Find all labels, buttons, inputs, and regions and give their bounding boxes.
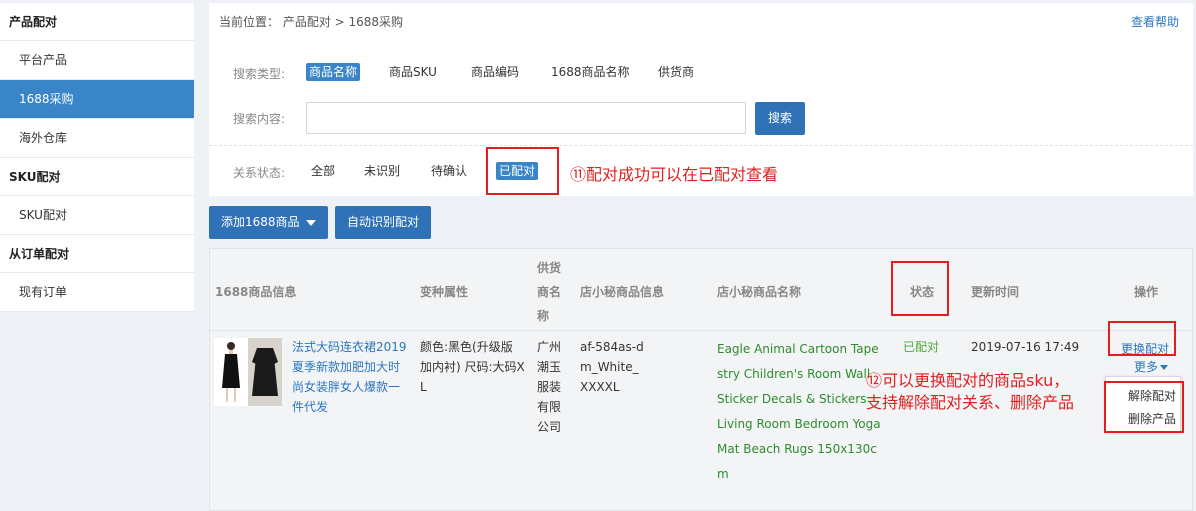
cell-1688-title[interactable]: 法式大码连衣裙2019 夏季新款加肥加大时 尚女装胖女人爆款一 件代发 <box>292 337 407 417</box>
cell-1688-title-line: 尚女装胖女人爆款一 <box>292 380 401 394</box>
sidebar-group-order-pairing: 从订单配对 <box>0 235 194 273</box>
status-unrecognized[interactable]: 未识别 <box>361 162 403 180</box>
sidebar-item-overseas-warehouse[interactable]: 海外仓库 <box>0 119 194 158</box>
more-menu-toggle[interactable]: 更多 <box>1134 357 1169 377</box>
cell-xm-sku: af-584as-d m_White_ XXXXL <box>580 337 644 397</box>
add-1688-product-button[interactable]: 添加1688商品 <box>209 206 328 239</box>
cell-xm-name-line: m <box>717 467 729 481</box>
cell-supplier-line: 潮玉 <box>537 360 562 374</box>
product-thumbnail <box>214 338 282 406</box>
search-type-supplier[interactable]: 供货商 <box>655 63 697 81</box>
th-1688-info: 1688商品信息 <box>215 285 297 299</box>
cell-supplier-line: 广州 <box>537 340 562 354</box>
sidebar-item-platform-products[interactable]: 平台产品 <box>0 41 194 80</box>
annotation-note-12-line2: 支持解除配对关系、删除产品 <box>866 393 1075 412</box>
caret-down-icon <box>1160 365 1169 370</box>
cell-variant: 颜色:黑色(升级版 加内衬) 尺码:大码X L <box>420 337 525 397</box>
cell-variant-line: 加内衬) 尺码:大码X <box>420 360 525 374</box>
sidebar-group-sku-pairing: SKU配对 <box>0 158 194 196</box>
sidebar-item-1688-purchase[interactable]: 1688采购 <box>0 80 194 119</box>
search-type-product-sku[interactable]: 商品SKU <box>386 63 440 81</box>
help-link[interactable]: 查看帮助 <box>1131 13 1179 30</box>
cell-xm-sku-line: m_White_ <box>580 360 639 374</box>
auto-match-button[interactable]: 自动识别配对 <box>335 206 432 239</box>
add-1688-product-label: 添加1688商品 <box>221 215 300 229</box>
status-filter-label: 关系状态: <box>233 166 286 180</box>
search-type-1688-name[interactable]: 1688商品名称 <box>548 63 633 81</box>
chevron-down-icon <box>305 219 316 226</box>
cell-1688-title-line: 法式大码连衣裙2019 <box>292 340 407 354</box>
th-ops: 操作 <box>1134 285 1159 299</box>
th-supplier-2: 商名 <box>537 285 562 299</box>
annotation-note-12-line1: ⑫可以更换配对的商品sku， <box>866 371 1070 390</box>
annotation-box-more-menu <box>1104 381 1184 433</box>
th-xm-info: 店小秘商品信息 <box>580 285 665 299</box>
status-badge: 已配对 <box>903 340 940 354</box>
cell-1688-title-line: 夏季新款加肥加大时 <box>292 360 401 374</box>
cell-updated-time: 2019-07-16 17:49 <box>971 340 1080 354</box>
dress-thumbnail-back <box>248 338 282 406</box>
panel-divider <box>209 145 1193 146</box>
th-variant: 变种属性 <box>420 285 469 299</box>
th-supplier-1: 供货 <box>537 261 562 275</box>
cell-xm-name-line: Living Room Bedroom Yoga <box>717 417 881 431</box>
search-type-product-code[interactable]: 商品编码 <box>468 63 522 81</box>
th-updated: 更新时间 <box>971 285 1020 299</box>
search-content-label: 搜索内容: <box>233 112 286 126</box>
cell-xm-name-line: Eagle Animal Cartoon Tape <box>717 342 879 356</box>
breadcrumb: 当前位置： 产品配对 > 1688采购 <box>219 15 404 29</box>
search-type-product-name[interactable]: 商品名称 <box>306 63 361 81</box>
th-xm-name: 店小秘商品名称 <box>717 285 802 299</box>
cell-xm-name-line: Mat Beach Rugs 150x130c <box>717 442 877 456</box>
cell-1688-title-line: 件代发 <box>292 400 329 414</box>
cell-variant-line: L <box>420 380 427 394</box>
cell-xm-name-line: Sticker Decals & Stickers <box>717 392 867 406</box>
sidebar-item-sku-pairing[interactable]: SKU配对 <box>0 196 194 235</box>
sidebar: 产品配对 平台产品 1688采购 海外仓库 SKU配对 SKU配对 从订单配对 … <box>0 3 194 312</box>
cell-supplier: 广州 潮玉 服装 有限 公司 <box>537 337 561 437</box>
more-menu-label: 更多 <box>1134 360 1159 374</box>
search-button[interactable]: 搜索 <box>755 102 805 135</box>
th-supplier-3: 称 <box>537 309 550 323</box>
annotation-note-11: ⑪配对成功可以在已配对查看 <box>570 165 779 184</box>
search-type-label: 搜索类型: <box>233 67 286 81</box>
cell-variant-line: 颜色:黑色(升级版 <box>420 340 513 354</box>
status-pending[interactable]: 待确认 <box>428 162 470 180</box>
annotation-box-change-pairing <box>1108 321 1176 356</box>
sidebar-group-product-pairing: 产品配对 <box>0 3 194 41</box>
cell-xm-sku-line: af-584as-d <box>580 340 644 354</box>
cell-xm-name-line: stry Children's Room Wall <box>717 367 871 381</box>
annotation-box-status <box>891 261 949 316</box>
annotation-box-paired-filter <box>486 147 559 195</box>
table-header: 1688商品信息 变种属性 供货 商名 称 店小秘商品信息 店小秘商品名称 状态… <box>210 249 1194 331</box>
cell-supplier-line: 公司 <box>537 420 562 434</box>
cell-xm-name: Eagle Animal Cartoon Tape stry Children'… <box>717 337 881 487</box>
status-all[interactable]: 全部 <box>308 162 338 180</box>
cell-xm-sku-line: XXXXL <box>580 380 620 394</box>
sidebar-item-existing-orders[interactable]: 现有订单 <box>0 273 194 312</box>
search-input[interactable] <box>306 102 746 134</box>
cell-supplier-line: 服装 <box>537 380 562 394</box>
cell-supplier-line: 有限 <box>537 400 562 414</box>
dress-thumbnail-front <box>214 338 248 406</box>
